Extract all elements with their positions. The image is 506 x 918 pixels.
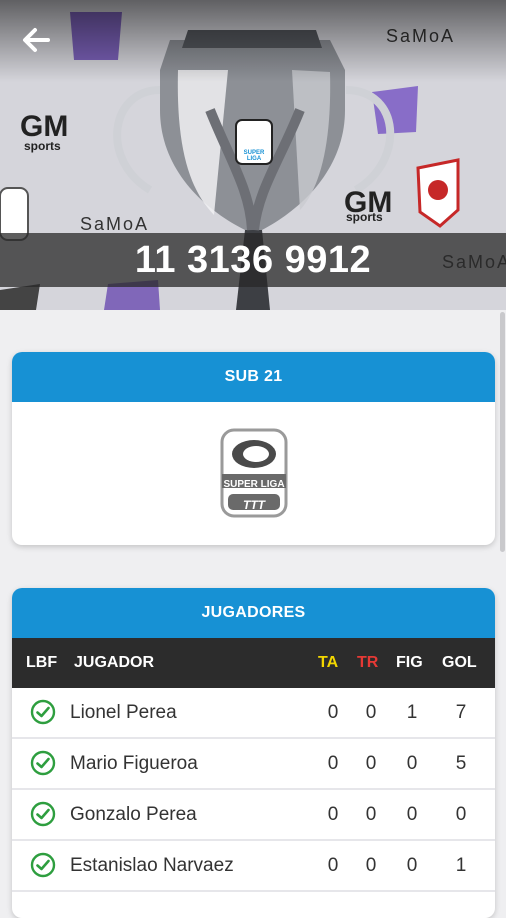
logo-text-superliga: SUPER LIGA	[223, 479, 285, 490]
player-fig: 0	[406, 753, 418, 774]
col-gol: GOL	[442, 654, 477, 671]
check-circle-icon	[30, 801, 56, 827]
sponsor-sports-left: sports	[24, 139, 61, 153]
arrow-left-icon	[23, 28, 50, 52]
col-ta: TA	[318, 654, 339, 671]
col-fig: FIG	[396, 654, 423, 671]
player-ta: 0	[327, 804, 339, 825]
phone-banner: 11 3136 9912	[0, 233, 506, 287]
table-row[interactable]: Mario Figueroa 0 0 0 5	[12, 739, 495, 790]
player-tr: 0	[365, 804, 377, 825]
player-fig: 1	[406, 702, 418, 723]
team-card: SUB 21 SUPER LIGA TTT	[12, 352, 495, 545]
player-tr: 0	[365, 855, 377, 876]
col-jugador: JUGADOR	[74, 654, 155, 671]
player-name: Mario Figueroa	[70, 753, 198, 774]
col-lbf: LBF	[26, 654, 58, 671]
player-ta: 0	[327, 753, 339, 774]
check-circle-icon	[30, 852, 56, 878]
top-shade	[0, 0, 506, 82]
check-circle-icon	[30, 699, 56, 725]
players-table-header: LBF JUGADOR TA TR FIG GOL	[12, 638, 495, 688]
player-tr: 0	[365, 702, 377, 723]
player-gol: 7	[455, 702, 467, 723]
player-fig: 0	[406, 804, 418, 825]
player-name: Gonzalo Perea	[70, 804, 197, 825]
back-button[interactable]	[18, 22, 54, 58]
player-name: Estanislao Narvaez	[70, 855, 234, 876]
logo-text-ttt: TTT	[243, 498, 265, 512]
col-tr: TR	[357, 654, 379, 671]
sponsor-sports-right: sports	[346, 210, 383, 224]
table-row[interactable]: Estanislao Narvaez 0 0 0 1	[12, 841, 495, 892]
player-tr: 0	[365, 753, 377, 774]
player-fig: 0	[406, 855, 418, 876]
player-gol: 0	[455, 804, 467, 825]
hero-banner: SaMoA SaMoA SaMoA GM sports GM sports SU…	[0, 0, 506, 310]
player-ta: 0	[327, 855, 339, 876]
check-circle-icon	[30, 750, 56, 776]
trophy-superliga-label: SUPER LIGA	[243, 150, 265, 162]
players-card-title: JUGADORES	[12, 588, 495, 638]
player-ta: 0	[327, 702, 339, 723]
player-gol: 5	[455, 753, 467, 774]
table-row[interactable]: Gonzalo Perea 0 0 0 0	[12, 790, 495, 841]
phone-number[interactable]: 11 3136 9912	[135, 239, 371, 282]
team-card-title: SUB 21	[12, 352, 495, 402]
sponsor-samoa-left: SaMoA	[80, 214, 150, 234]
scrollbar[interactable]	[500, 312, 505, 552]
table-row[interactable]: Lionel Perea 0 0 1 7	[12, 688, 495, 739]
players-card: JUGADORES LBF JUGADOR TA TR FIG GOL Lion…	[12, 588, 495, 918]
player-name: Lionel Perea	[70, 702, 177, 723]
player-gol: 1	[455, 855, 467, 876]
